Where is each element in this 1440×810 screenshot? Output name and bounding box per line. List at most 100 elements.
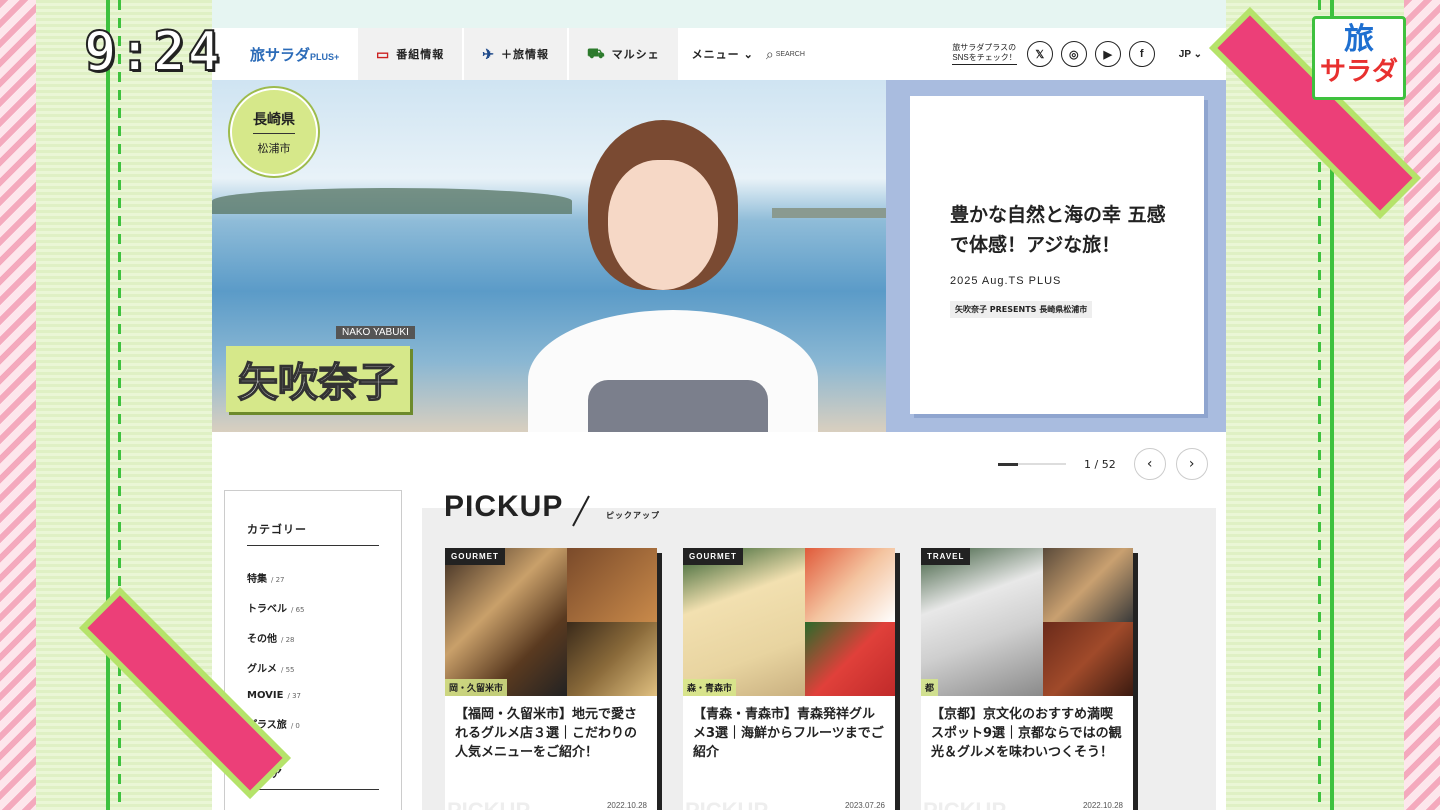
card-date: 2023.07.26	[844, 801, 885, 810]
facebook-icon[interactable]: f	[1128, 41, 1155, 67]
category-item[interactable]: プラス旅/ 0	[247, 716, 379, 731]
hero-photo: 長崎県 松浦市 NAKO YABUKI 矢吹奈子	[212, 80, 886, 432]
frame-dash	[118, 0, 121, 810]
sns-note: 旅サラダプラスの SNSをチェック！	[952, 43, 1017, 66]
search-icon: ⌕	[765, 45, 774, 62]
category-item[interactable]: 特集 / 27	[247, 570, 379, 585]
city-label: 松浦市	[257, 141, 291, 155]
tv-icon: ▭	[376, 45, 391, 62]
prefecture-label: 長崎県	[253, 109, 295, 134]
hero-date: 2025 Aug.TS PLUS	[950, 274, 1062, 287]
food-photo	[805, 548, 895, 622]
food-photo	[567, 622, 657, 696]
card-date: 2022.10.28	[1082, 801, 1123, 810]
pickup-card[interactable]: GOURMET 森・青森市 【青森・青森市】青森発祥グルメ3選｜海鮮からフルーツ…	[683, 548, 895, 810]
slider-pager: 1 / 52 ‹ ›	[998, 448, 1208, 480]
food-photo	[567, 548, 657, 622]
category-label: その他	[247, 634, 277, 645]
card-date: 2022.10.28	[606, 801, 647, 810]
nav-program-info[interactable]: ▭ 番組情報	[358, 28, 465, 80]
search-label: SEARCH	[775, 50, 805, 58]
instagram-icon[interactable]: ◎	[1060, 41, 1087, 67]
pager-buttons: ‹ ›	[1133, 448, 1208, 480]
pickup-card[interactable]: GOURMET 岡・久留米市 【福岡・久留米市】地元で愛されるグルメ店３選｜こだ…	[445, 548, 657, 810]
language-selector[interactable]: JP ⌄	[1179, 49, 1202, 60]
card-location: 都	[921, 679, 939, 696]
name-jp: 矢吹奈子	[226, 346, 410, 412]
category-item[interactable]: その他 / 28	[247, 630, 379, 645]
search-button[interactable]: ⌕ SEARCH	[766, 46, 805, 63]
next-button[interactable]: ›	[1175, 448, 1208, 480]
pickup-card[interactable]: TRAVEL 都 【京都】京文化のおすすめ満喫スポット9選｜京都ならではの観光＆…	[921, 548, 1133, 810]
food-photo	[445, 548, 567, 696]
food-photo-stack	[1043, 548, 1133, 696]
menu-label: メニュー	[691, 49, 740, 61]
card-badge: GOURMET	[445, 548, 505, 565]
category-count: / 28	[281, 636, 295, 644]
lang-label: JP	[1178, 48, 1191, 60]
chevron-right-icon: ›	[1188, 456, 1195, 472]
category-heading: カテゴリー	[247, 521, 379, 546]
face-shape	[608, 160, 718, 290]
logo-suffix: PLUS+	[310, 51, 340, 62]
food-photo	[1043, 622, 1133, 696]
category-label: グルメ	[247, 664, 277, 675]
card-watermark: PICKUP	[447, 798, 530, 810]
airplane-icon: ✈	[482, 45, 495, 62]
card-location: 岡・久留米市	[445, 679, 508, 696]
food-photo	[683, 548, 805, 696]
category-item[interactable]: トラベル / 65	[247, 600, 379, 615]
temple-photo	[1043, 548, 1133, 622]
category-item[interactable]: MOVIE/ 37	[247, 690, 379, 701]
frame-line	[106, 0, 110, 810]
chevron-down-icon: ⌄	[743, 49, 754, 61]
card-title: 【福岡・久留米市】地元で愛されるグルメ店３選｜こだわりの人気メニューをご紹介！	[455, 707, 638, 760]
prev-button[interactable]: ‹	[1133, 448, 1166, 480]
card-badge: TRAVEL	[921, 548, 971, 565]
nav-marche[interactable]: ⛟ マルシェ	[568, 28, 680, 80]
pager-count: 1 / 52	[1084, 457, 1116, 471]
hero-card[interactable]: 豊かな自然と海の幸 五感で体感！アジな旅！ 2025 Aug.TS PLUS 矢…	[910, 96, 1204, 414]
category-list: 特集 / 27 トラベル / 65 その他 / 28 グルメ / 55 MOVIE/ 3…	[247, 570, 379, 731]
nav-label: マルシェ	[611, 49, 660, 61]
category-count: / 0	[290, 722, 300, 730]
youtube-icon[interactable]: ▶	[1094, 41, 1121, 67]
category-label: トラベル	[247, 604, 287, 615]
chevron-down-icon: ⌄	[1193, 48, 1202, 60]
temple-photo	[921, 548, 1043, 696]
category-label: 特集	[247, 574, 267, 585]
category-count: / 65	[291, 606, 305, 614]
website: 旅サラダPLUS+ ▭ 番組情報 ✈ ＋旅情報 ⛟ マルシェ メニュー ⌄ ⌕ …	[212, 0, 1226, 810]
nav-label: 番組情報	[396, 49, 445, 61]
top-band	[212, 0, 1226, 28]
x-icon[interactable]: 𝕏	[1026, 41, 1053, 67]
pickup-subtitle: ピックアップ	[606, 511, 660, 520]
category-label: MOVIE	[247, 690, 284, 701]
tv-clock: 9:24	[83, 19, 223, 84]
hero-title: 豊かな自然と海の幸 五感で体感！アジな旅！	[950, 204, 1166, 257]
food-photo-stack	[805, 548, 895, 696]
pickup-title: PICKUP	[444, 490, 564, 523]
frame-stripe-left	[0, 0, 36, 810]
food-photo	[805, 622, 895, 696]
cart-icon: ⛟	[586, 44, 606, 61]
category-count: / 55	[281, 666, 295, 674]
dress-shape	[588, 380, 768, 432]
menu-dropdown[interactable]: メニュー ⌄	[680, 46, 766, 62]
card-watermark: PICKUP	[923, 798, 1006, 810]
main-nav: 旅サラダPLUS+ ▭ 番組情報 ✈ ＋旅情報 ⛟ マルシェ メニュー ⌄ ⌕ …	[212, 28, 1226, 80]
logo-line: 旅	[1344, 22, 1374, 57]
card-image: GOURMET 森・青森市	[683, 548, 895, 696]
nav-label: ＋旅情報	[500, 49, 549, 61]
nav-travel-info[interactable]: ✈ ＋旅情報	[464, 28, 569, 80]
category-count: / 37	[287, 692, 301, 700]
logo-text: 旅サラダ	[250, 46, 311, 64]
category-item[interactable]: グルメ / 55	[247, 660, 379, 675]
card-badge: GOURMET	[683, 548, 743, 565]
card-image: TRAVEL 都	[921, 548, 1133, 696]
site-logo[interactable]: 旅サラダPLUS+	[212, 44, 358, 65]
category-count: / 27	[271, 576, 285, 584]
person-image	[518, 110, 818, 432]
hero-slide[interactable]: 長崎県 松浦市 NAKO YABUKI 矢吹奈子 豊かな自然と海の幸 五感で体感…	[212, 80, 1226, 432]
logo-line: サラダ	[1319, 57, 1398, 87]
